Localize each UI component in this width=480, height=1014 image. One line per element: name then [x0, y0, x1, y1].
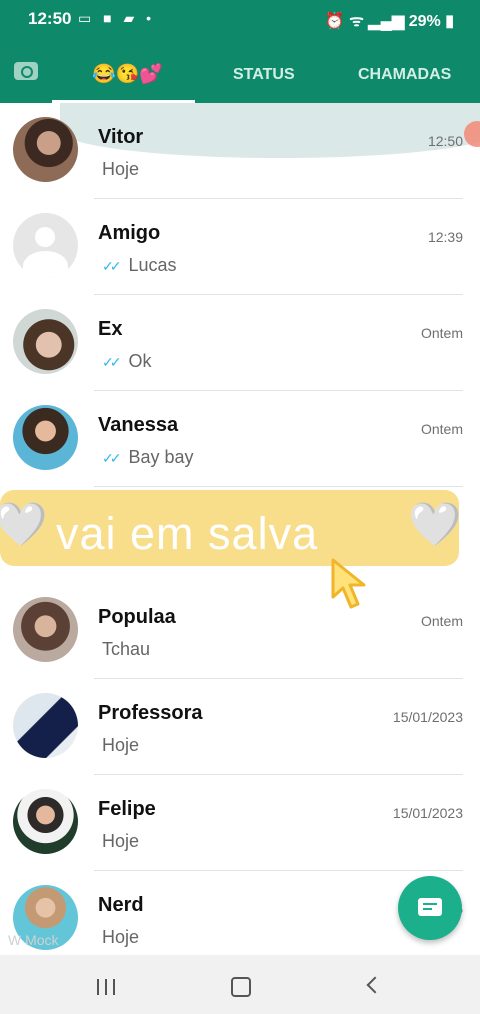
system-nav-bar [0, 955, 480, 1014]
avatar[interactable] [13, 693, 78, 758]
chat-time: 12:50 [427, 133, 463, 149]
avatar[interactable] [13, 117, 78, 182]
chat-preview: ✓✓ Lucas [102, 255, 177, 275]
overlay-caption: vai em salva [56, 508, 319, 559]
tab-status[interactable]: STATUS [233, 66, 295, 84]
chat-name: Ex [98, 318, 123, 340]
tab-calls[interactable]: CHAMADAS [358, 66, 451, 84]
chat-name: Populaa [98, 606, 176, 628]
chat-preview: Hoje [102, 735, 140, 755]
chat-row-vitor[interactable]: Vitor Hoje 12:50 [0, 103, 480, 199]
tab-chats[interactable]: 😂😘💕 [92, 62, 163, 86]
chat-row-ex[interactable]: Ex ✓✓ Ok Ontem [0, 295, 480, 391]
watermark: W Mock [8, 932, 59, 948]
avatar[interactable] [13, 597, 78, 662]
recents-icon[interactable] [97, 979, 117, 995]
tab-bar: 😂😘💕 STATUS CHAMADAS [0, 36, 480, 103]
battery-percent: 29% [408, 13, 441, 30]
avatar[interactable] [13, 213, 78, 278]
divider [94, 486, 463, 487]
chat-preview: Hoje [102, 159, 140, 179]
chat-name: Nerd [98, 894, 144, 916]
chat-time: Ontem [420, 421, 463, 437]
new-chat-button[interactable] [398, 876, 462, 940]
cursor-arrow-icon [331, 558, 366, 609]
heart-icon: 🤍 [0, 501, 48, 549]
status-bar: 12:50 ▭ ■ ▰ • ⏰ ᯤ ▂▄▆ 29% ▮ [0, 0, 480, 36]
read-ticks-icon: ✓✓ [102, 354, 122, 370]
chat-preview: ✓✓ Ok [102, 351, 152, 371]
chat-preview: Hoje [102, 927, 140, 947]
battery-icon: ▮ [445, 13, 454, 30]
read-ticks-icon: ✓✓ [102, 450, 122, 466]
chat-name: Felipe [98, 798, 156, 820]
heart-icon: 🤍 [408, 501, 462, 549]
chat-name: Amigo [98, 222, 161, 244]
camera-icon[interactable] [14, 62, 38, 80]
chat-row-professora[interactable]: Professora Hoje 15/01/2023 [0, 679, 480, 775]
wifi-icon: ᯤ [349, 13, 364, 30]
chat-name: Professora [98, 702, 203, 724]
signal-icon: ▂▄▆ [368, 13, 405, 30]
notification-icons: ▭ ■ ▰ • [78, 10, 156, 26]
read-ticks-icon: ✓✓ [102, 258, 122, 274]
chat-preview: Tchau [102, 639, 151, 659]
chat-time: 15/01/2023 [392, 709, 463, 725]
chat-time: Ontem [420, 325, 463, 341]
chat-preview: Hoje [102, 831, 140, 851]
chat-row-populaa[interactable]: Populaa Tchau Ontem [0, 583, 480, 679]
avatar[interactable] [13, 789, 78, 854]
chat-time: Ontem [420, 613, 463, 629]
chat-preview: ✓✓ Bay bay [102, 447, 194, 467]
back-icon[interactable] [366, 976, 384, 994]
chat-name: Vanessa [98, 414, 179, 436]
swipe-indicator [464, 121, 480, 147]
alarm-icon: ⏰ [324, 13, 345, 30]
chat-time: 12:39 [427, 229, 463, 245]
status-right: ⏰ ᯤ ▂▄▆ 29% ▮ [325, 9, 454, 31]
status-time: 12:50 [28, 9, 72, 28]
message-icon [418, 898, 442, 916]
chat-time: 15/01/2023 [392, 805, 463, 821]
chat-row-amigo[interactable]: Amigo ✓✓ Lucas 12:39 [0, 199, 480, 295]
chat-row-felipe[interactable]: Felipe Hoje 15/01/2023 [0, 775, 480, 871]
chat-row-vanessa[interactable]: Vanessa ✓✓ Bay bay Ontem [0, 391, 480, 487]
avatar[interactable] [13, 405, 78, 470]
home-icon[interactable] [231, 977, 251, 997]
avatar[interactable] [13, 309, 78, 374]
chat-name: Vitor [98, 126, 144, 148]
